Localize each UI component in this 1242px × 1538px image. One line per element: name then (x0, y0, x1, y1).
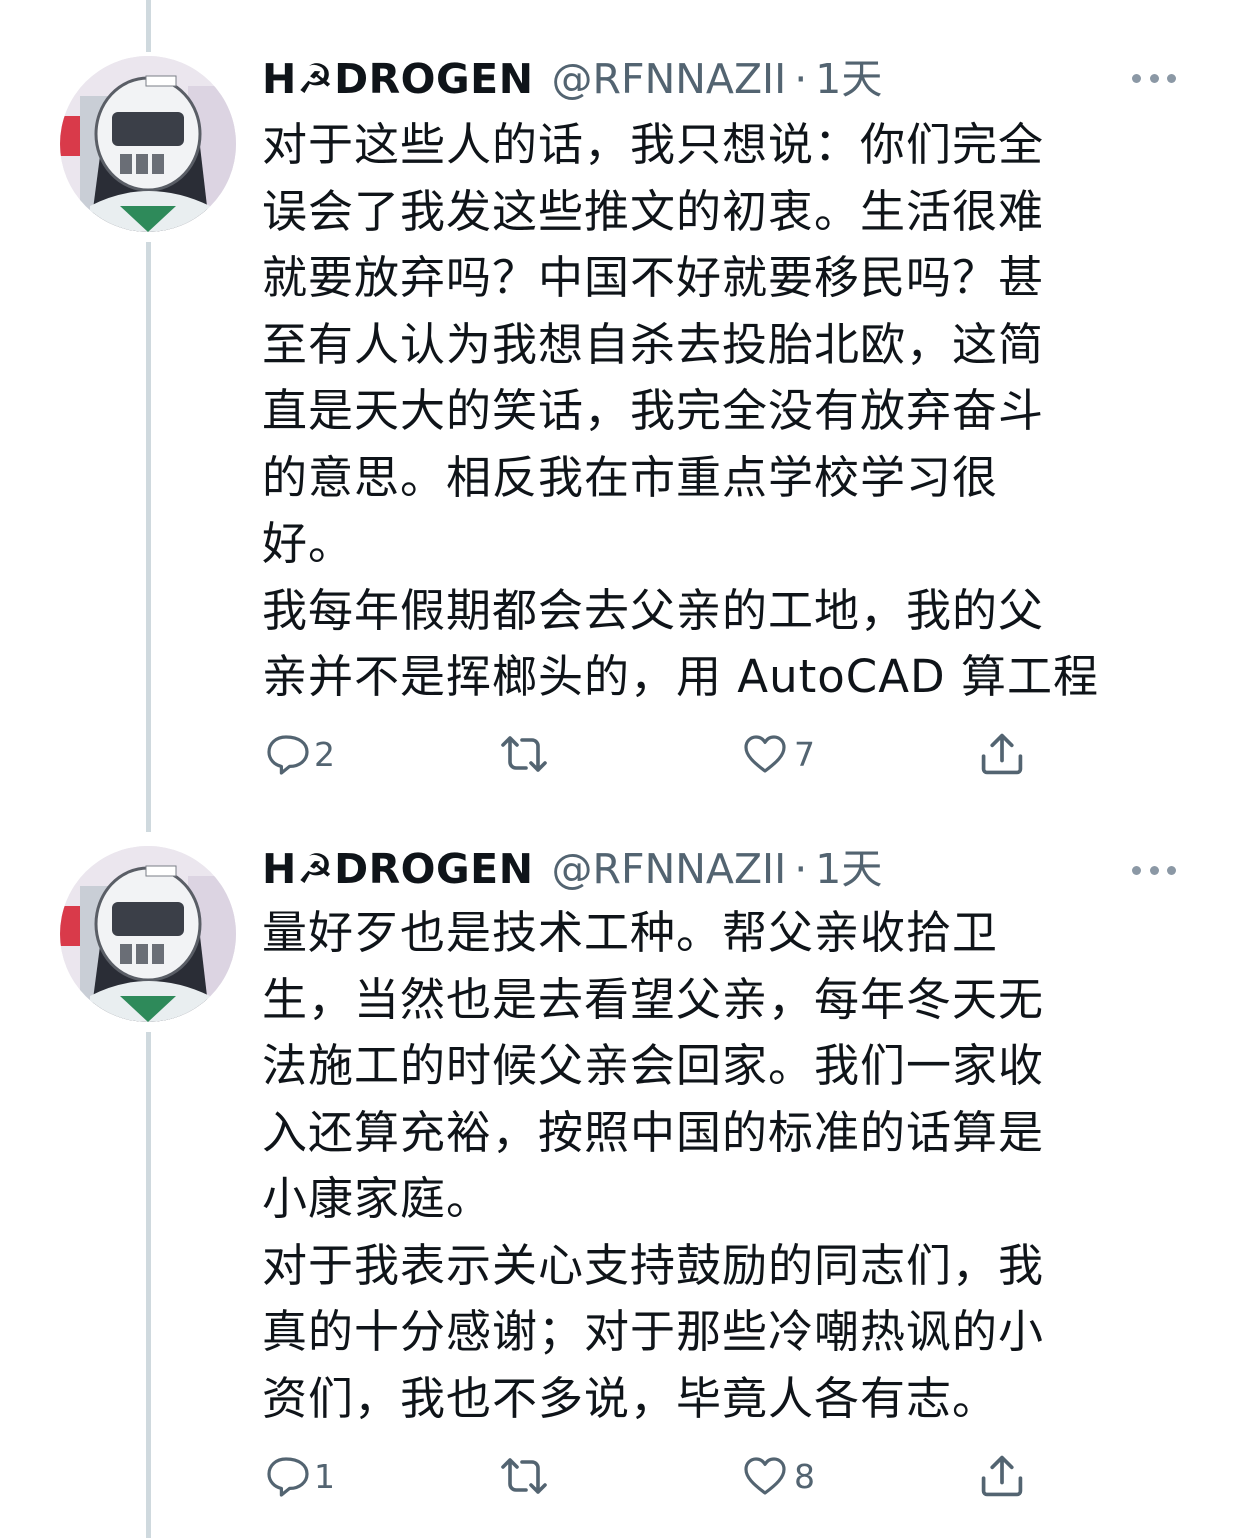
tweet-text-line: 真的十分感谢；对于那些冷嘲热讽的小 (262, 1305, 1045, 1358)
avatar-image (60, 56, 236, 232)
tweet-text-line: 资们，我也不多说，毕竟人各有志。 (262, 1371, 999, 1425)
tweet-1[interactable]: H☭DROGEN @RFNNAZII · 1天 对于这些人的话，我只想说：你们完… (0, 0, 1242, 830)
reply-icon (267, 735, 309, 775)
tweet-text-line: 小康家庭。 (262, 1172, 493, 1225)
display-name[interactable]: H☭DROGEN (262, 842, 534, 896)
separator-dot: · (794, 55, 808, 103)
tweet-text-line: 法施工的时候父亲会回家。我们一家收 (262, 1039, 1045, 1092)
like-count: 8 (794, 1456, 815, 1496)
more-dots-icon[interactable] (1132, 860, 1176, 880)
retweet-icon (501, 736, 547, 772)
action-bar: 2 7 (262, 728, 1062, 780)
dot (1132, 865, 1141, 875)
tweet-text-line: 直是天大的笑话，我完全没有放弃奋斗 (262, 384, 1045, 437)
share-button[interactable] (976, 728, 1028, 780)
reply-icon (267, 1457, 309, 1497)
tweet-text-line: 好。 (262, 517, 355, 570)
separator-dot: · (794, 845, 808, 893)
reply-button[interactable]: 1 (262, 1450, 335, 1502)
like-button[interactable]: 7 (740, 728, 815, 780)
action-bar: 1 8 (262, 1450, 1062, 1502)
avatar[interactable] (60, 56, 236, 232)
reply-count: 2 (314, 734, 335, 774)
more-dots-icon[interactable] (1132, 68, 1176, 88)
timestamp[interactable]: 1天 (815, 842, 882, 896)
tweet-text-line: 就要放弃吗？中国不好就要移民吗？甚 (262, 251, 1045, 304)
tweet-text-line: 对于我表示关心支持鼓励的同志们，我 (262, 1238, 1045, 1292)
like-count: 7 (794, 734, 815, 774)
tweet-text-line: 至有人认为我想自杀去投胎北欧，这简 (262, 317, 1045, 371)
tweet-text-line: 量好歹也是技术工种。帮父亲收拾卫 (262, 906, 999, 959)
tweet-header: H☭DROGEN @RFNNAZII · 1天 (262, 52, 882, 106)
dot (1167, 865, 1176, 875)
tweet-text: 量好歹也是技术工种。帮父亲收拾卫 生，当然也是去看望父亲，每年冬天无 法施工的时… (262, 900, 1202, 1432)
avatar[interactable] (60, 846, 236, 1022)
dot (1167, 73, 1176, 83)
avatar-image (60, 846, 236, 1022)
timestamp[interactable]: 1天 (815, 52, 882, 106)
retweet-button[interactable] (498, 728, 554, 780)
tweet-text-line: 亲并不是挥榔头的，用 AutoCAD 算工程 (262, 650, 1099, 703)
tweet-2[interactable]: H☭DROGEN @RFNNAZII · 1天 量好歹也是技术工种。帮父亲收拾卫… (0, 830, 1242, 1538)
share-icon (981, 1455, 1023, 1497)
dot (1149, 73, 1159, 83)
display-name[interactable]: H☭DROGEN (262, 52, 534, 106)
tweet-header: H☭DROGEN @RFNNAZII · 1天 (262, 842, 882, 896)
tweet-text-line: 误会了我发这些推文的初衷。生活很难 (262, 184, 1045, 238)
tweet-text-line: 生，当然也是去看望父亲，每年冬天无 (262, 972, 1045, 1026)
share-button[interactable] (976, 1450, 1028, 1502)
reply-button[interactable]: 2 (262, 728, 335, 780)
user-handle[interactable]: @RFNNAZII (552, 842, 787, 896)
share-icon (981, 733, 1023, 775)
like-button[interactable]: 8 (740, 1450, 815, 1502)
tweet-text-line: 入还算充裕，按照中国的标准的话算是 (262, 1105, 1045, 1159)
tweet-text: 对于这些人的话，我只想说：你们完全 误会了我发这些推文的初衷。生活很难 就要放弃… (262, 112, 1202, 711)
reply-count: 1 (314, 1456, 335, 1496)
tweet-text-line: 我每年假期都会去父亲的工地，我的父 (262, 583, 1045, 637)
retweet-icon (501, 1458, 547, 1494)
dot (1132, 73, 1141, 83)
heart-icon (744, 1457, 786, 1495)
retweet-button[interactable] (498, 1450, 554, 1502)
tweet-text-line: 对于这些人的话，我只想说：你们完全 (262, 118, 1045, 171)
dot (1149, 865, 1159, 875)
user-handle[interactable]: @RFNNAZII (552, 52, 787, 106)
heart-icon (744, 735, 786, 773)
tweet-text-line: 的意思。相反我在市重点学校学习很 (262, 450, 999, 504)
